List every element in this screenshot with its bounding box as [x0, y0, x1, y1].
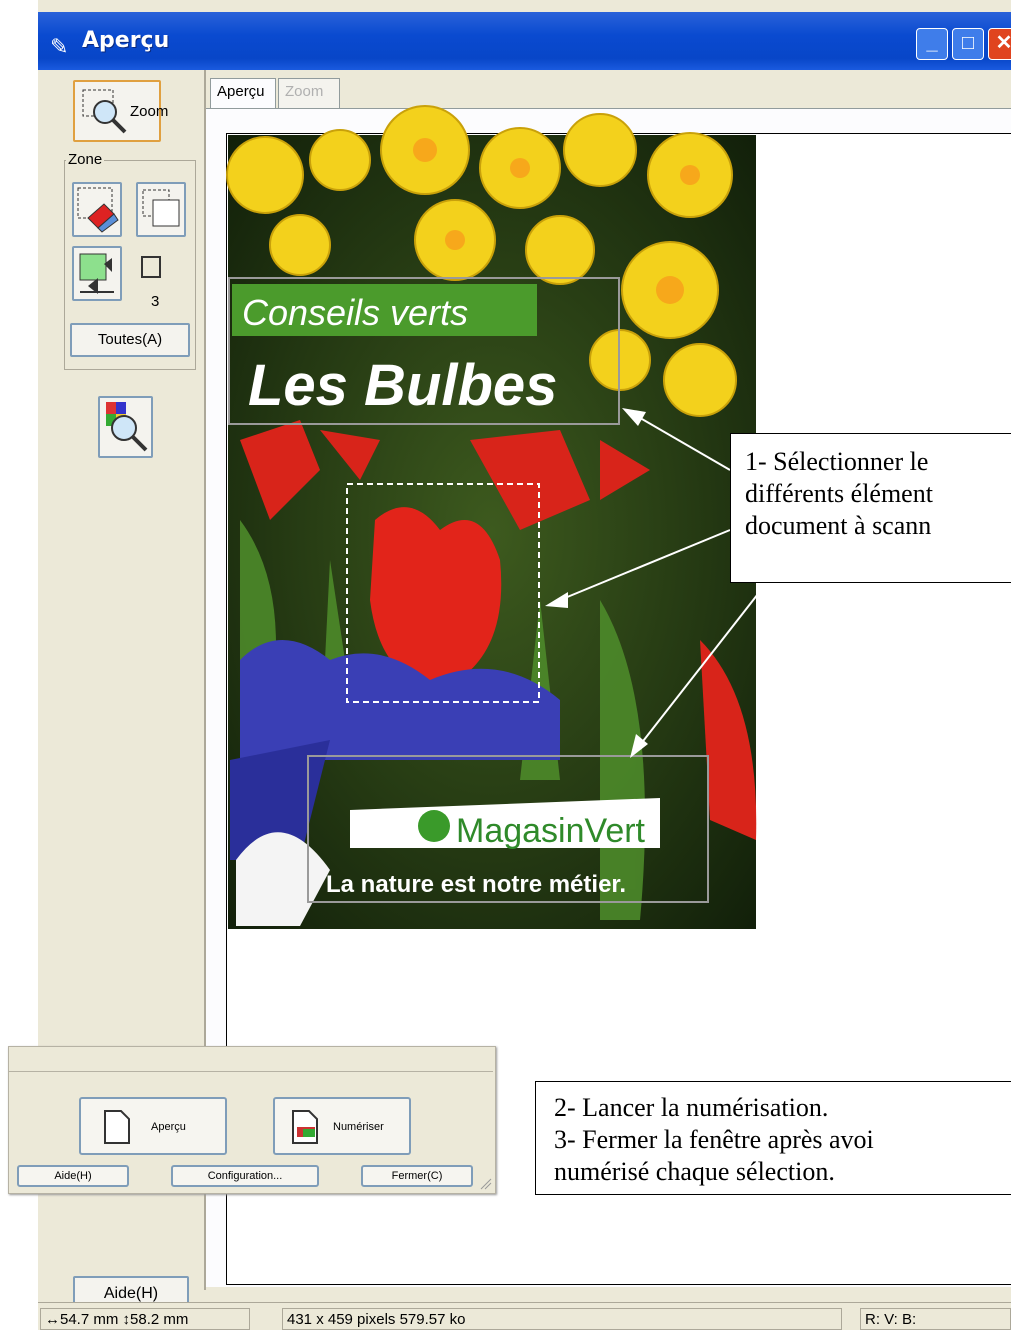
inset-aide-button[interactable]: Aide(H) [17, 1165, 129, 1187]
inset-fermer-button[interactable]: Fermer(C) [361, 1165, 473, 1187]
page-icon [104, 1110, 130, 1144]
preview-title-main: Les Bulbes [248, 353, 557, 418]
inset-apercu-label: Aperçu [151, 1121, 186, 1133]
preview-title-green: Conseils verts [242, 292, 468, 333]
callout-step1-line1: 1- Sélectionner le [745, 447, 929, 476]
callout-step3-line1: 3- Fermer la fenêtre après avoi [554, 1125, 874, 1154]
callout-step3-line2: numérisé chaque sélection. [554, 1157, 835, 1186]
preview-slogan: La nature est notre métier. [326, 871, 626, 898]
callout-step1-line3: document à scann [745, 511, 932, 540]
scan-dialog-inset: Aperçu Numériser Aide(H) Configuration..… [8, 1046, 496, 1194]
resize-grip-icon [480, 1178, 492, 1190]
scan-page-icon [292, 1110, 318, 1144]
callout-step1: 1- Sélectionner le différents élément do… [730, 433, 1011, 583]
inset-apercu-button[interactable]: Aperçu [79, 1097, 227, 1155]
inset-numeriser-button[interactable]: Numériser [273, 1097, 411, 1155]
callout-step2-3: 2- Lancer la numérisation. 3- Fermer la … [535, 1081, 1011, 1195]
inset-numeriser-label: Numériser [333, 1121, 384, 1133]
inset-configuration-button[interactable]: Configuration... [171, 1165, 319, 1187]
inset-top-divider [9, 1047, 493, 1072]
callout-step2: 2- Lancer la numérisation. [554, 1093, 829, 1122]
callout-step1-line2: différents élément [745, 479, 933, 508]
preview-brand: MagasinVert [456, 812, 646, 850]
